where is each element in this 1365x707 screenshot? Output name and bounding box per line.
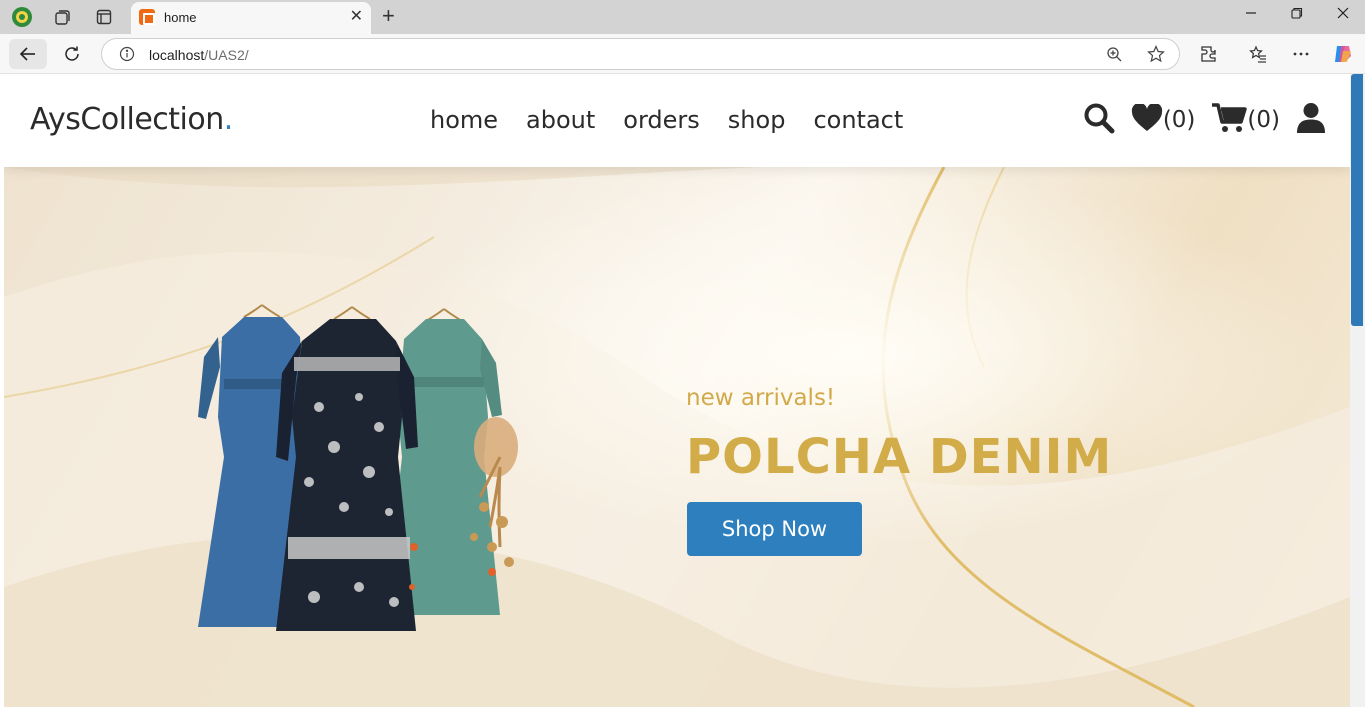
nav-link-orders[interactable]: orders <box>623 106 700 134</box>
site-info-icon[interactable] <box>119 46 135 67</box>
reload-button[interactable] <box>53 39 91 69</box>
tab-title: home <box>164 10 197 25</box>
nav-link-contact[interactable]: contact <box>813 106 903 134</box>
hero-subtitle: new arrivals! <box>686 385 836 411</box>
cart-icon <box>1211 102 1248 139</box>
extensions-icon[interactable] <box>1198 43 1220 65</box>
new-tab-button[interactable]: + <box>382 4 395 28</box>
main-nav: home about orders shop contact <box>430 106 903 134</box>
browser-tab-bar: home ✕ + <box>0 0 1365 34</box>
logo-text: AysCollection <box>30 102 224 137</box>
scrollbar-thumb[interactable] <box>1351 74 1363 326</box>
page-viewport: AysCollection. home about orders shop co… <box>4 74 1350 707</box>
product-dresses-image <box>198 304 518 631</box>
nav-link-home[interactable]: home <box>430 106 498 134</box>
hero-title: POLCHA DENIM <box>686 429 1113 485</box>
url-text: localhost/UAS2/ <box>149 47 249 63</box>
nav-link-shop[interactable]: shop <box>728 106 786 134</box>
tab-actions-icon[interactable] <box>90 4 118 30</box>
close-tab-icon[interactable]: ✕ <box>350 8 363 26</box>
wishlist-link[interactable]: (0) <box>1131 102 1196 137</box>
xampp-favicon-icon <box>139 9 155 25</box>
minimize-icon[interactable] <box>1236 6 1266 23</box>
cart-count: (0) <box>1247 107 1280 133</box>
favorite-star-icon[interactable] <box>1147 45 1165 68</box>
site-logo[interactable]: AysCollection. <box>30 102 233 137</box>
reload-icon <box>65 46 79 61</box>
copilot-icon[interactable] <box>1332 43 1354 65</box>
hero-section: new arrivals! POLCHA DENIM Shop Now <box>4 167 1350 707</box>
site-header: AysCollection. home about orders shop co… <box>4 74 1350 167</box>
more-menu-icon[interactable] <box>1290 43 1312 65</box>
search-icon[interactable] <box>1083 102 1115 139</box>
url-path: /UAS2/ <box>204 47 249 63</box>
address-bar[interactable]: localhost/UAS2/ <box>101 38 1180 70</box>
collections-icon[interactable] <box>48 4 76 30</box>
zoom-icon[interactable] <box>1106 46 1122 67</box>
user-icon[interactable] <box>1296 102 1326 139</box>
url-host: localhost <box>149 47 205 63</box>
heart-icon <box>1131 102 1163 137</box>
back-arrow-icon <box>19 47 35 61</box>
wishlist-count: (0) <box>1162 107 1196 133</box>
logo-dot: . <box>223 102 234 137</box>
header-icons: (0) (0) <box>1083 102 1326 138</box>
shop-now-button[interactable]: Shop Now <box>687 502 862 556</box>
favorites-list-icon[interactable] <box>1247 43 1269 65</box>
profile-icon[interactable] <box>8 4 36 30</box>
cart-link[interactable]: (0) <box>1211 102 1280 139</box>
tab-home[interactable]: home ✕ <box>131 2 371 34</box>
browser-toolbar: localhost/UAS2/ <box>0 34 1365 74</box>
restore-icon[interactable] <box>1282 6 1312 23</box>
back-button[interactable] <box>9 39 47 69</box>
nav-link-about[interactable]: about <box>526 106 595 134</box>
close-window-icon[interactable] <box>1328 6 1358 23</box>
